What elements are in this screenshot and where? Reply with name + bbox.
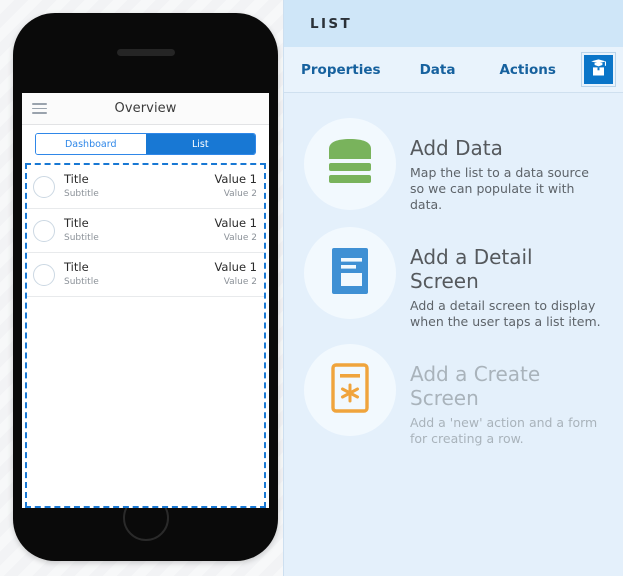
card-text: Add Data Map the list to a data source s… [410, 118, 603, 213]
phone-speaker-icon [116, 49, 175, 56]
segment-list[interactable]: List [145, 134, 255, 154]
card-add-data[interactable]: Add Data Map the list to a data source s… [284, 111, 623, 220]
segmented-control-wrapper: Dashboard List [22, 125, 269, 163]
card-title: Add a Detail Screen [410, 245, 533, 293]
learn-button[interactable] [582, 53, 615, 86]
list-item-subtitle: Subtitle [64, 277, 99, 287]
list-item-value2: Value 2 [223, 233, 257, 243]
segment-dashboard[interactable]: Dashboard [36, 134, 146, 154]
list-item-value1: Value 1 [214, 172, 257, 186]
card-icon-badge [304, 344, 396, 436]
card-icon-badge [304, 118, 396, 210]
database-icon [327, 137, 373, 191]
hamburger-menu-icon[interactable] [32, 103, 47, 114]
list-widget-selected[interactable]: Title Subtitle Value 1 Value 2 Title Sub… [25, 163, 266, 508]
app-nav-bar: Overview [22, 93, 269, 125]
list-item-title: Title [64, 172, 89, 186]
card-add-detail-screen[interactable]: Add a Detail Screen Add a detail screen … [284, 220, 623, 337]
panel-tab-bar: Properties Data Actions [284, 47, 623, 93]
list-item[interactable]: Title Subtitle Value 1 Value 2 [27, 209, 264, 253]
card-title: Add a Create Screen [410, 362, 541, 410]
tab-properties[interactable]: Properties [301, 62, 381, 78]
list-item-text: Title Subtitle [64, 216, 214, 245]
list-item[interactable]: Title Subtitle Value 1 Value 2 [27, 253, 264, 297]
graduation-cap-icon [589, 58, 608, 82]
list-item-subtitle: Subtitle [64, 189, 99, 199]
card-text: Add a Create Screen Add a 'new' action a… [410, 344, 603, 447]
list-item-subtitle: Subtitle [64, 233, 99, 243]
list-item-value1: Value 1 [214, 216, 257, 230]
list-item-values: Value 1 Value 2 [214, 260, 257, 289]
tab-actions[interactable]: Actions [499, 62, 555, 78]
card-description: Add a detail screen to display when the … [410, 298, 601, 329]
panel-title: LIST [310, 15, 353, 32]
list-item-value2: Value 2 [223, 189, 257, 199]
phone-screen: Overview Dashboard List Title Subtitle V… [22, 93, 269, 508]
avatar [33, 263, 55, 286]
list-item-value1: Value 1 [214, 260, 257, 274]
app-root: Overview Dashboard List Title Subtitle V… [0, 0, 623, 576]
panel-body: Add Data Map the list to a data source s… [284, 93, 623, 454]
page-title: Overview [114, 101, 177, 116]
card-add-create-screen[interactable]: Add a Create Screen Add a 'new' action a… [284, 337, 623, 454]
list-item-values: Value 1 Value 2 [214, 172, 257, 201]
inspector-panel: LIST Properties Data Actions Add Data Ma… [283, 0, 623, 576]
create-screen-icon [331, 362, 369, 418]
avatar [33, 219, 55, 242]
list-item-title: Title [64, 260, 89, 274]
list-item-text: Title Subtitle [64, 172, 214, 201]
device-preview-canvas: Overview Dashboard List Title Subtitle V… [0, 0, 283, 576]
card-icon-badge [304, 227, 396, 319]
segmented-control[interactable]: Dashboard List [35, 133, 256, 155]
phone-frame: Overview Dashboard List Title Subtitle V… [13, 13, 278, 561]
list-item[interactable]: Title Subtitle Value 1 Value 2 [27, 165, 264, 209]
list-item-text: Title Subtitle [64, 260, 214, 289]
card-text: Add a Detail Screen Add a detail screen … [410, 227, 603, 330]
list-item-values: Value 1 Value 2 [214, 216, 257, 245]
card-description: Map the list to a data source so we can … [410, 165, 589, 212]
list-item-title: Title [64, 216, 89, 230]
card-description: Add a 'new' action and a form for creati… [410, 415, 598, 446]
list-item-value2: Value 2 [223, 277, 257, 287]
card-title: Add Data [410, 136, 503, 160]
tab-data[interactable]: Data [420, 62, 456, 78]
panel-header: LIST [284, 0, 623, 47]
detail-screen-icon [331, 247, 369, 300]
avatar [33, 175, 55, 198]
